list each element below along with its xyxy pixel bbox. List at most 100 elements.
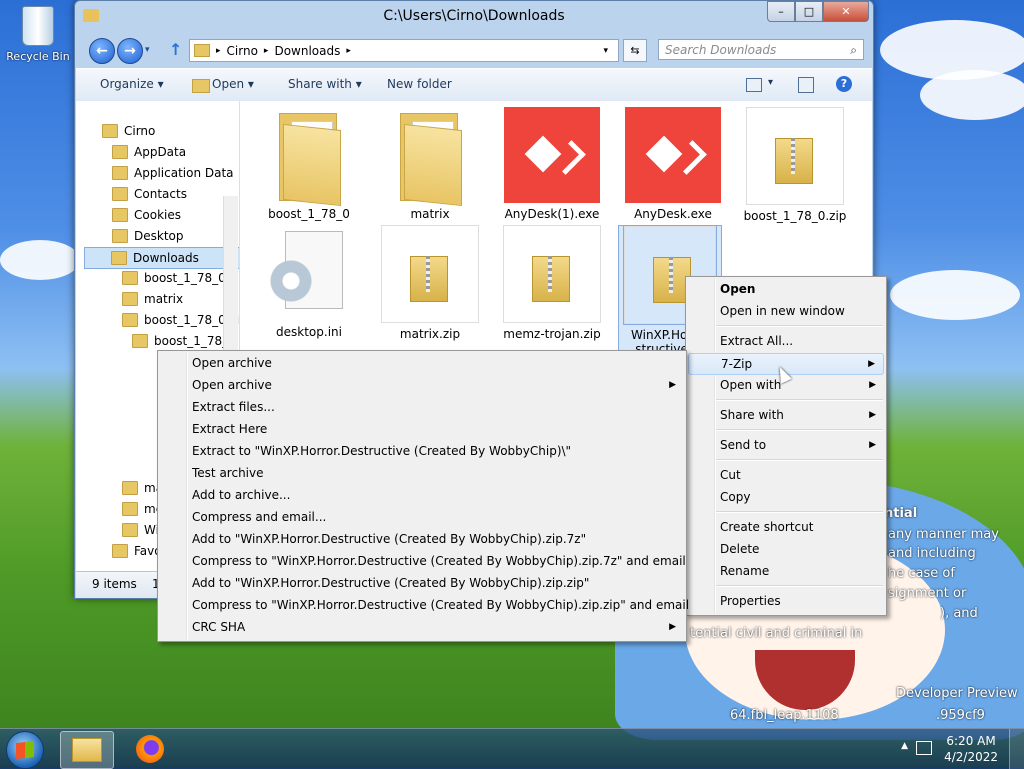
file-name: boost_1_78_0.zip — [743, 209, 847, 223]
zip-icon — [746, 107, 844, 205]
network-icon[interactable] — [916, 741, 932, 755]
file-item-memz-zip[interactable]: memz-trojan.zip — [497, 225, 607, 341]
tree-item-desktop[interactable]: Desktop — [112, 226, 184, 246]
tree-item-application-data[interactable]: Application Data — [112, 163, 234, 183]
view-dropdown-icon[interactable]: ▾ — [768, 77, 773, 88]
tree-item-boost[interactable]: boost_1_78_0 — [122, 268, 226, 288]
recycle-bin-icon — [22, 6, 54, 46]
tree-item-winxp-zip[interactable]: Wi — [122, 520, 159, 540]
tree-item-matrix[interactable]: matrix — [122, 289, 183, 309]
recent-pages-chevron-icon[interactable]: ▾ — [145, 45, 150, 55]
breadcrumb-downloads[interactable]: Downloads — [274, 44, 340, 58]
anydesk-icon — [504, 107, 600, 203]
breadcrumb-separator: ▸ — [263, 45, 269, 56]
zip-icon — [381, 225, 479, 323]
7zip-compress-7z-email[interactable]: Compress to "WinXP.Horror.Destructive (C… — [160, 551, 686, 571]
menu-item-properties[interactable]: Properties — [688, 591, 884, 611]
submenu-arrow-icon: ▶ — [868, 359, 875, 369]
7zip-extract-here[interactable]: Extract Here — [160, 419, 684, 439]
zip-icon — [503, 225, 601, 323]
taskbar: ▲ 6:20 AM 4/2/2022 — [0, 728, 1024, 769]
tree-item-boost-sub[interactable]: boost_1_78_0 — [132, 331, 236, 351]
clock[interactable]: 6:20 AM 4/2/2022 — [944, 733, 998, 765]
submenu-arrow-icon: ▶ — [869, 380, 876, 390]
preview-pane-icon[interactable] — [798, 77, 814, 93]
file-item-boost-zip[interactable]: boost_1_78_0.zip — [740, 107, 850, 223]
menu-item-rename[interactable]: Rename — [688, 561, 884, 581]
taskbar-explorer[interactable] — [60, 731, 114, 769]
tree-item-boost-zip[interactable]: boost_1_78_0.zi — [122, 310, 239, 330]
menu-item-create-shortcut[interactable]: Create shortcut — [688, 517, 884, 537]
file-name: AnyDesk(1).exe — [504, 207, 600, 221]
7zip-extract-to[interactable]: Extract to "WinXP.Horror.Destructive (Cr… — [160, 441, 684, 461]
tray-expand-icon[interactable]: ▲ — [901, 741, 908, 751]
tree-item-contacts[interactable]: Contacts — [112, 184, 187, 204]
show-desktop-button[interactable] — [1009, 729, 1024, 769]
recycle-bin-desktop-icon[interactable]: Recycle Bin — [6, 6, 70, 63]
settings-file-icon — [261, 225, 357, 321]
forward-button[interactable]: → — [117, 38, 143, 64]
menu-item-open[interactable]: Open — [688, 279, 884, 299]
search-placeholder: Search Downloads — [665, 42, 777, 57]
clock-time: 6:20 AM — [946, 734, 996, 748]
view-options-icon[interactable] — [746, 78, 762, 92]
7zip-test-archive[interactable]: Test archive — [160, 463, 684, 483]
contacts-folder-icon — [112, 187, 128, 201]
wallpaper-text: 64.fbl_leap.1108 — [730, 708, 839, 723]
7zip-add-to-zip[interactable]: Add to "WinXP.Horror.Destructive (Create… — [160, 573, 684, 593]
7zip-compress-zip-email[interactable]: Compress to "WinXP.Horror.Destructive (C… — [160, 595, 689, 615]
minimize-button[interactable]: – — [767, 1, 795, 22]
wallpaper-text: Developer Preview — [896, 686, 1018, 701]
organize-button[interactable]: Organize ▾ — [100, 77, 164, 91]
clock-date: 4/2/2022 — [944, 750, 998, 764]
breadcrumb-cirno[interactable]: Cirno — [227, 44, 258, 58]
maximize-button[interactable]: □ — [795, 1, 823, 22]
open-button[interactable]: Open ▾ — [212, 77, 254, 91]
file-name: AnyDesk.exe — [634, 207, 712, 221]
7zip-extract-files[interactable]: Extract files... — [160, 397, 684, 417]
share-with-button[interactable]: Share with ▾ — [288, 77, 362, 91]
7zip-compress-email[interactable]: Compress and email... — [160, 507, 684, 527]
file-item-matrix-folder[interactable]: matrix — [375, 107, 485, 221]
menu-item-open-new-window[interactable]: Open in new window — [688, 301, 884, 321]
7zip-add-to-archive[interactable]: Add to archive... — [160, 485, 684, 505]
recycle-bin-label: Recycle Bin — [6, 50, 70, 63]
back-button[interactable]: ← — [89, 38, 115, 64]
menu-item-cut[interactable]: Cut — [688, 465, 884, 485]
file-item-anydesk1[interactable]: AnyDesk(1).exe — [497, 107, 607, 221]
zip-folder-icon — [122, 481, 138, 495]
7zip-add-to-7z[interactable]: Add to "WinXP.Horror.Destructive (Create… — [160, 529, 684, 549]
tree-item-downloads[interactable]: Downloads — [84, 247, 239, 269]
new-folder-button[interactable]: New folder — [387, 77, 452, 91]
menu-item-delete[interactable]: Delete — [688, 539, 884, 559]
up-button[interactable]: ↑ — [169, 40, 182, 59]
start-button[interactable] — [6, 731, 44, 769]
help-icon[interactable]: ? — [836, 76, 852, 92]
file-item-boost-folder[interactable]: boost_1_78_0 — [254, 107, 364, 221]
tree-item-cookies[interactable]: Cookies — [112, 205, 181, 225]
refresh-button[interactable]: ⇆ — [623, 39, 647, 62]
close-button[interactable]: ✕ — [823, 1, 869, 22]
menu-item-extract-all[interactable]: Extract All... — [688, 331, 884, 351]
address-bar[interactable]: ▸ Cirno ▸ Downloads ▸ ▾ — [189, 39, 619, 62]
7zip-crc-sha[interactable]: CRC SHA ▶ — [160, 617, 684, 637]
title-bar[interactable]: C:\Users\Cirno\Downloads – □ ✕ — [75, 1, 873, 33]
search-icon[interactable]: ⌕ — [850, 43, 857, 58]
menu-item-copy[interactable]: Copy — [688, 487, 884, 507]
tree-item-appdata[interactable]: AppData — [112, 142, 186, 162]
search-input[interactable]: Search Downloads ⌕ — [658, 39, 864, 60]
tree-item-cirno[interactable]: Cirno — [102, 121, 155, 141]
file-item-matrix-zip[interactable]: matrix.zip — [375, 225, 485, 341]
7zip-open-archive[interactable]: Open archive — [160, 353, 684, 373]
7zip-submenu: Open archive Open archive ▶ Extract files… — [157, 350, 689, 642]
menu-item-share-with[interactable]: Share with ▶ — [688, 405, 884, 425]
folder-icon — [382, 107, 478, 207]
tree-item-favorites[interactable]: Favo — [112, 541, 162, 561]
file-item-anydesk[interactable]: AnyDesk.exe — [618, 107, 728, 221]
address-dropdown-icon[interactable]: ▾ — [603, 46, 608, 56]
taskbar-firefox[interactable] — [124, 731, 176, 767]
7zip-open-archive-submenu[interactable]: Open archive ▶ — [160, 375, 684, 395]
menu-item-send-to[interactable]: Send to ▶ — [688, 435, 884, 455]
file-name: desktop.ini — [276, 325, 342, 339]
file-item-desktop-ini[interactable]: desktop.ini — [254, 225, 364, 339]
